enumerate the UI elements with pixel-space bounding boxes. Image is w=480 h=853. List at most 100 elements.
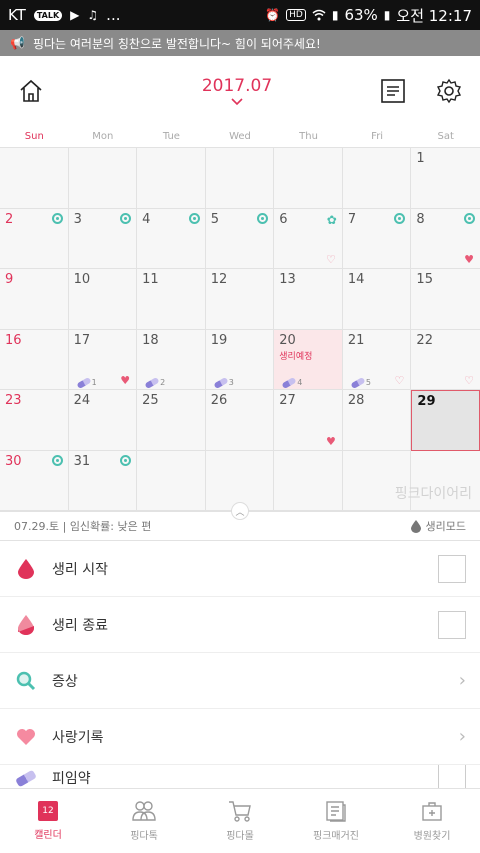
drop-icon xyxy=(14,558,38,579)
day-cell-27[interactable]: 27 ♥ xyxy=(274,390,343,451)
tab-magazine-label: 핑크매거진 xyxy=(313,831,359,842)
period-end-checkbox[interactable] xyxy=(438,610,466,639)
heart-outline-icon: ♡ xyxy=(325,253,336,266)
collapse-handle[interactable]: ︿ xyxy=(231,502,249,520)
heart-icon: ♥ xyxy=(120,374,131,387)
day-number: 20 xyxy=(279,332,296,348)
day-cell-14[interactable]: 14 xyxy=(342,269,412,330)
chevron-down-icon xyxy=(231,98,243,106)
day-number: 21 xyxy=(347,332,365,348)
day-cell-19[interactable]: 19 3 xyxy=(205,329,275,390)
period-start-label: 생리 시작 xyxy=(52,561,108,578)
mint-dot-icon xyxy=(120,454,132,466)
notice-banner[interactable]: 📢 핑다는 여러분의 칭찬으로 발전합니다~ 힘이 되어주세요! xyxy=(0,30,480,56)
pill-icon xyxy=(281,376,297,389)
day-cell-11[interactable]: 11 xyxy=(137,269,206,330)
ovulation-icon: ✿ xyxy=(326,212,337,227)
day-cell-21[interactable]: 21 5 ♡ xyxy=(342,329,412,390)
day-cell-3[interactable]: 3 xyxy=(68,208,138,269)
day-cell-22[interactable]: 22 ♡ xyxy=(411,330,480,390)
chevron-right-icon: › xyxy=(458,726,466,747)
wifi-icon xyxy=(312,9,326,21)
day-cell-30[interactable]: 30 xyxy=(0,450,69,511)
day-cell-2[interactable]: 2 xyxy=(0,208,69,269)
mode-toggle[interactable]: 생리모드 xyxy=(410,518,466,534)
month-label: 2017.07 xyxy=(201,76,273,96)
day-number: 14 xyxy=(347,272,365,287)
document-icon xyxy=(381,79,405,103)
separator: | xyxy=(62,520,70,533)
tab-calendar-label: 캘린더 xyxy=(34,830,62,841)
tab-mall-label: 핑다몰 xyxy=(226,831,254,842)
alarm-icon: ⏰ xyxy=(265,8,281,22)
day-number: 19 xyxy=(210,332,228,348)
day-cell-9[interactable]: 9 xyxy=(0,269,69,330)
day-number: 23 xyxy=(5,393,22,408)
weekday-thu: Thu xyxy=(299,131,318,142)
calendar-header: 2017.07 xyxy=(0,56,480,126)
day-cell-13[interactable]: 13 xyxy=(274,269,343,330)
heart-icon xyxy=(14,728,38,746)
period-end-row[interactable]: 생리 종료 xyxy=(0,597,480,653)
calendar-grid: 1 2 3 4 5 6 ✿ ♡ 7 8 ♥ 9 10 11 12 13 14 15 1… xyxy=(0,148,480,520)
mint-dot-icon xyxy=(257,212,269,224)
tab-talk[interactable]: 핑다톡 xyxy=(96,789,192,853)
settings-button[interactable] xyxy=(434,76,464,106)
weekday-fri: Fri xyxy=(371,131,384,142)
day-number: 1 xyxy=(416,151,425,166)
day-cell-8[interactable]: 8 ♥ xyxy=(411,209,480,269)
day-cell-4[interactable]: 4 xyxy=(137,208,206,269)
day-cell-15[interactable]: 15 xyxy=(411,269,480,330)
period-start-checkbox[interactable] xyxy=(438,554,466,583)
day-cell-empty xyxy=(0,148,69,209)
tab-magazine[interactable]: 핑크매거진 xyxy=(288,789,384,853)
day-cell-16[interactable]: 16 xyxy=(0,329,69,390)
pill-count: 5 xyxy=(365,378,371,387)
day-cell-26[interactable]: 26 xyxy=(205,390,275,451)
day-number: 16 xyxy=(5,332,22,348)
love-record-row[interactable]: 사랑기록 › xyxy=(0,709,480,765)
pill-icon xyxy=(350,376,366,389)
day-cell-12[interactable]: 12 xyxy=(205,269,275,330)
day-cell-24[interactable]: 24 xyxy=(68,390,138,451)
day-cell-25[interactable]: 25 xyxy=(137,390,206,451)
list-button[interactable] xyxy=(378,76,408,106)
day-number: 30 xyxy=(5,453,22,469)
weekday-sun: Sun xyxy=(24,131,44,142)
pill-icon xyxy=(14,769,38,787)
month-selector[interactable]: 2017.07 xyxy=(202,76,272,106)
day-number: 18 xyxy=(142,332,159,348)
day-cell-10[interactable]: 10 xyxy=(68,269,138,330)
day-cell-31[interactable]: 31 xyxy=(68,450,138,511)
tab-calendar[interactable]: 12 캘린더 xyxy=(0,789,96,853)
day-cell-empty xyxy=(274,450,343,511)
day-cell-6[interactable]: 6 ✿ ♡ xyxy=(274,208,343,269)
period-start-row[interactable]: 생리 시작 xyxy=(0,541,480,597)
hd-icon: HD xyxy=(286,9,306,21)
day-cell-23[interactable]: 23 xyxy=(0,390,69,451)
tab-hospital[interactable]: 병원찾기 xyxy=(384,789,480,853)
pill-icon xyxy=(76,376,92,389)
day-cell-28[interactable]: 28 xyxy=(342,390,412,451)
day-number: 13 xyxy=(279,272,296,287)
day-cell-29-selected[interactable]: 29 xyxy=(411,390,480,451)
mint-dot-icon xyxy=(188,212,200,224)
selected-date-info: 07.29.토 | 임신확률: 낮은 편 xyxy=(14,518,151,534)
tab-mall[interactable]: 핑다몰 xyxy=(192,789,288,853)
day-cell-5[interactable]: 5 xyxy=(205,208,275,269)
calendar-icon: 12 xyxy=(38,801,58,821)
more-indicator: ... xyxy=(106,6,121,24)
megaphone-icon: 📢 xyxy=(10,36,25,50)
day-cell-18[interactable]: 18 2 xyxy=(137,329,206,390)
heart-outline-icon: ♡ xyxy=(394,374,405,387)
day-number: 28 xyxy=(347,393,365,408)
weekday-wed: Wed xyxy=(229,131,251,142)
day-cell-20[interactable]: 20 생리예정 4 xyxy=(274,329,343,390)
home-button[interactable] xyxy=(16,76,46,106)
day-cell-17[interactable]: 17 1 ♥ xyxy=(68,329,138,390)
pill-marker: 4 xyxy=(281,376,302,389)
day-cell-1[interactable]: 1 xyxy=(411,148,480,209)
day-cell-7[interactable]: 7 xyxy=(342,208,412,269)
symptom-row[interactable]: 증상 › xyxy=(0,653,480,709)
carrier-label: KT xyxy=(8,6,26,24)
